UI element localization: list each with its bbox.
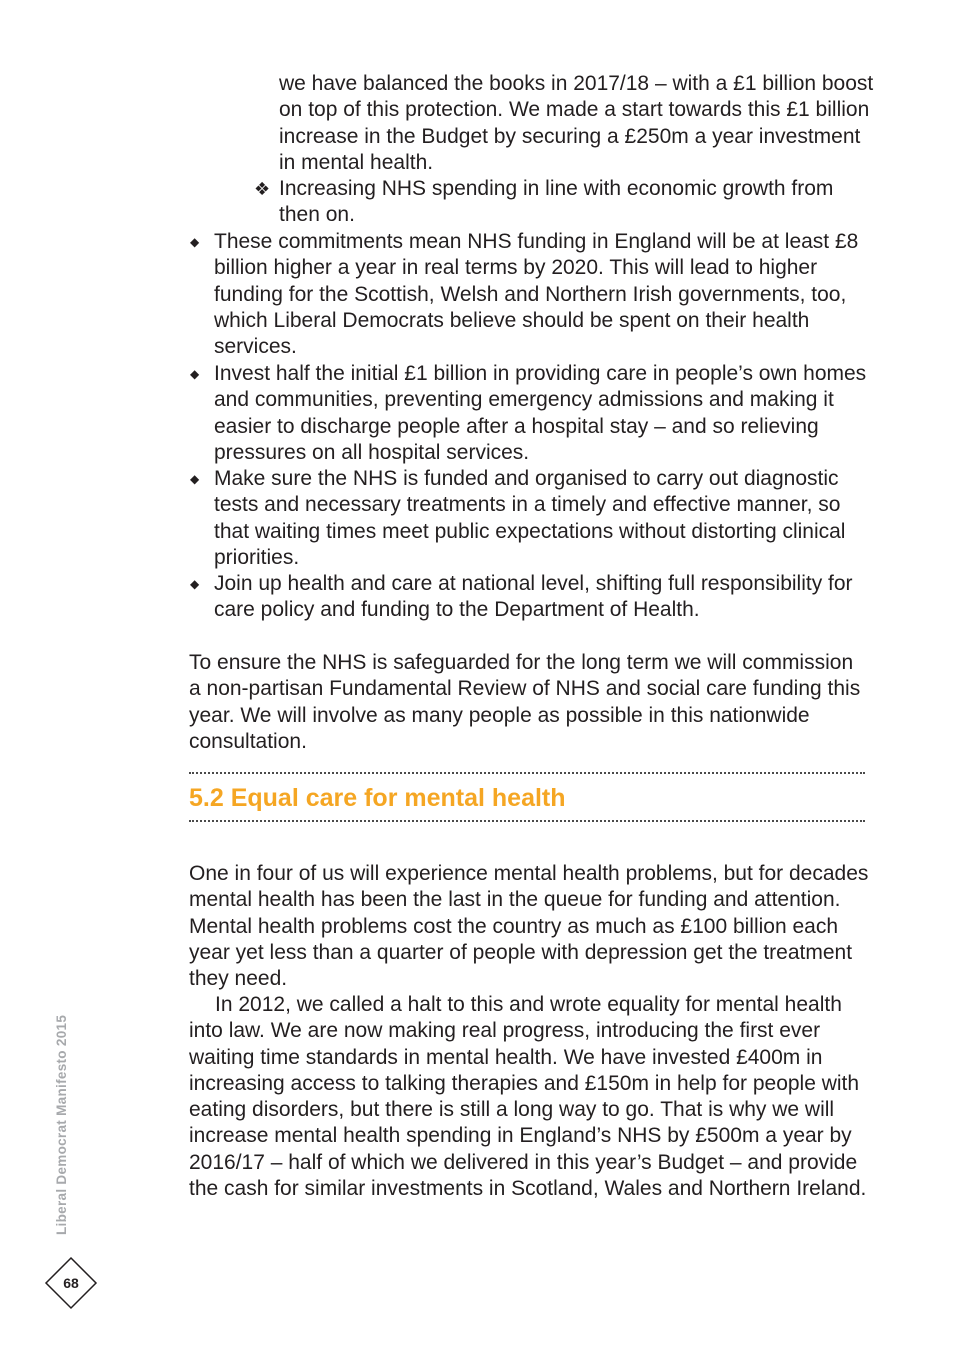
manifesto-page: we have balanced the books in 2017/18 – … — [0, 0, 960, 1362]
fleuron-bullet-icon: ❖ — [254, 179, 271, 199]
list-item: Join up health and care at national leve… — [214, 572, 853, 622]
dotted-divider-bottom — [189, 820, 865, 822]
list-item: Invest half the initial £1 billion in pr… — [214, 362, 867, 464]
publication-label: Liberal Democrat Manifesto 2015 — [54, 1014, 69, 1235]
diamond-bullet-icon: ◆ — [190, 367, 200, 381]
body-paragraph-text: In 2012, we called a halt to this and wr… — [189, 993, 867, 1201]
list-item: These commitments mean NHS funding in En… — [214, 230, 859, 359]
diamond-bullet-icon: ◆ — [190, 472, 200, 486]
body-paragraph: In 2012, we called a halt to this and wr… — [189, 992, 869, 1202]
section-heading: 5.2 Equal care for mental health — [189, 784, 566, 812]
dotted-divider-top — [189, 772, 865, 774]
list-item: Make sure the NHS is funded and organise… — [214, 467, 846, 569]
page-number: 68 — [63, 1275, 79, 1291]
diamond-bullet-icon: ◆ — [190, 235, 200, 249]
sub-list-item: Increasing NHS spending in line with eco… — [279, 177, 834, 227]
review-paragraph: To ensure the NHS is safeguarded for the… — [189, 651, 861, 753]
diamond-bullet-icon: ◆ — [190, 577, 200, 591]
body-paragraph: One in four of us will experience mental… — [189, 862, 869, 991]
sub-list-item: we have balanced the books in 2017/18 – … — [279, 72, 874, 174]
